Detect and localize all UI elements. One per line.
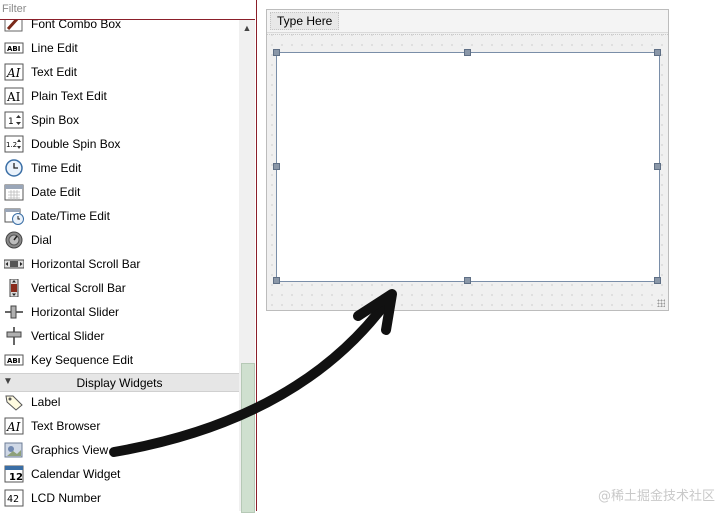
- watermark-text: @稀土掘金技术社区: [597, 489, 715, 504]
- arrow-curve: [109, 295, 393, 457]
- drag-arrow-annotation: [109, 289, 397, 457]
